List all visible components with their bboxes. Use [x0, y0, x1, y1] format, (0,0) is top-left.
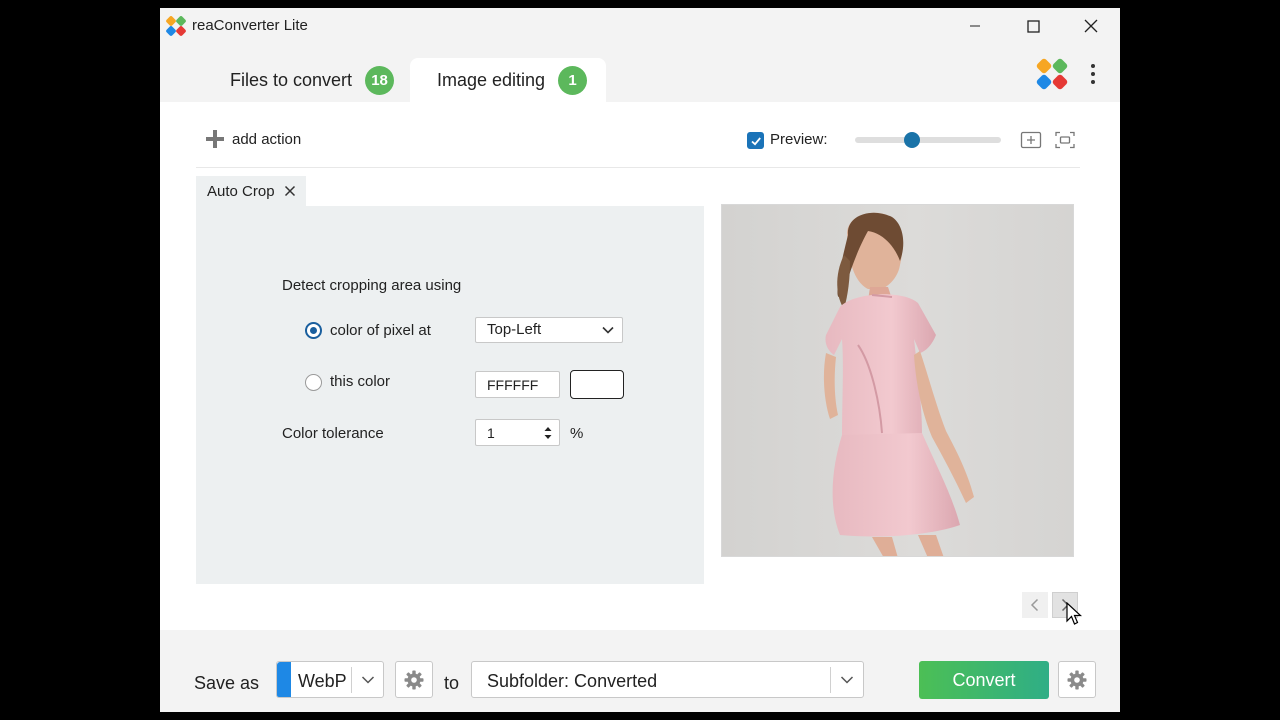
maximize-icon: [1026, 19, 1040, 33]
chevron-left-icon: [1030, 598, 1039, 612]
save-as-label: Save as: [194, 673, 260, 693]
custom-color-label: this color: [330, 373, 391, 390]
preview-image: [721, 204, 1074, 557]
detect-area-label: Detect cropping area using: [282, 277, 462, 294]
pixel-position-value: Top-Left: [487, 321, 542, 338]
output-format-select[interactable]: WebP: [276, 661, 384, 698]
close-button[interactable]: [1062, 8, 1120, 44]
tab-image-editing[interactable]: Image editing 1: [410, 58, 606, 102]
format-select-divider: [351, 667, 352, 693]
previous-image-button[interactable]: [1022, 592, 1048, 618]
destination-select[interactable]: Subfolder: Converted: [471, 661, 864, 698]
maximize-button[interactable]: [1004, 8, 1062, 44]
actions-count-badge: 1: [558, 65, 588, 95]
tab-label: Files to convert: [230, 69, 353, 90]
format-settings-button[interactable]: [395, 661, 433, 698]
destination-value: Subfolder: Converted: [487, 671, 658, 691]
tab-files-to-convert[interactable]: Files to convert 18: [210, 58, 400, 102]
action-tab-auto-crop[interactable]: Auto Crop: [196, 176, 306, 206]
minimize-icon: [970, 25, 980, 27]
footer-bar: Save as WebP to Subfolder: Converted Con…: [160, 630, 1120, 712]
checkmark-icon: [750, 136, 761, 145]
tolerance-label: Color tolerance: [282, 425, 384, 442]
to-label: to: [444, 673, 460, 693]
dot: [1091, 80, 1095, 84]
gear-icon: [404, 670, 424, 689]
chevron-down-icon: [602, 326, 614, 334]
window-title: reaConverter Lite: [192, 17, 308, 34]
preview-checkbox[interactable]: [747, 132, 764, 149]
color-hex-input[interactable]: FFFFFF: [475, 371, 560, 398]
toolbar-divider: [196, 167, 1080, 168]
preview-label: Preview:: [770, 131, 828, 148]
title-bar: reaConverter Lite: [160, 8, 1120, 44]
gear-icon: [1067, 670, 1087, 689]
action-tab-label: Auto Crop: [207, 182, 275, 200]
zoom-slider[interactable]: [855, 132, 1001, 148]
zoom-slider-thumb[interactable]: [903, 132, 920, 148]
zoom-slider-track: [855, 137, 1001, 143]
plus-icon: [206, 130, 224, 148]
app-window: reaConverter Lite Files to convert 18 Im…: [160, 8, 1120, 712]
add-action-label: add action: [232, 130, 302, 148]
convert-button[interactable]: Convert: [919, 661, 1049, 699]
close-icon[interactable]: [284, 185, 296, 197]
files-count-badge: 18: [365, 65, 395, 95]
chevron-down-icon: [361, 676, 375, 684]
close-icon: [1084, 19, 1098, 33]
pixel-position-select[interactable]: Top-Left: [475, 317, 623, 343]
format-accent-bar: [277, 662, 291, 697]
tolerance-stepper[interactable]: 1: [475, 419, 560, 446]
tab-label: Image editing: [437, 69, 546, 90]
custom-color-radio[interactable]: [305, 374, 322, 391]
dot: [1091, 72, 1095, 76]
app-logo-icon: [166, 16, 186, 36]
auto-crop-settings-panel: Detect cropping area using color of pixe…: [196, 206, 704, 584]
more-menu-button[interactable]: [1086, 59, 1100, 89]
output-format-value: WebP: [298, 671, 347, 691]
brand-logo-icon: [1036, 58, 1068, 90]
photo-preview: [823, 212, 974, 556]
pixel-color-label: color of pixel at: [330, 322, 431, 339]
destination-select-divider: [830, 667, 831, 693]
minimize-button[interactable]: [946, 8, 1004, 44]
spinner-arrows-icon[interactable]: [543, 424, 553, 442]
convert-settings-button[interactable]: [1058, 661, 1096, 698]
add-image-icon[interactable]: [1020, 130, 1042, 150]
tolerance-value: 1: [487, 425, 495, 441]
mouse-cursor-icon: [1066, 602, 1082, 625]
chevron-down-icon: [840, 676, 854, 684]
add-action-button[interactable]: add action: [206, 130, 301, 148]
tab-strip: Files to convert 18 Image editing 1: [160, 44, 1120, 102]
color-swatch-button[interactable]: [570, 370, 624, 399]
fit-to-screen-icon[interactable]: [1054, 130, 1076, 150]
tolerance-unit: %: [570, 425, 584, 442]
dot: [1091, 64, 1095, 68]
pixel-color-radio[interactable]: [305, 322, 322, 339]
